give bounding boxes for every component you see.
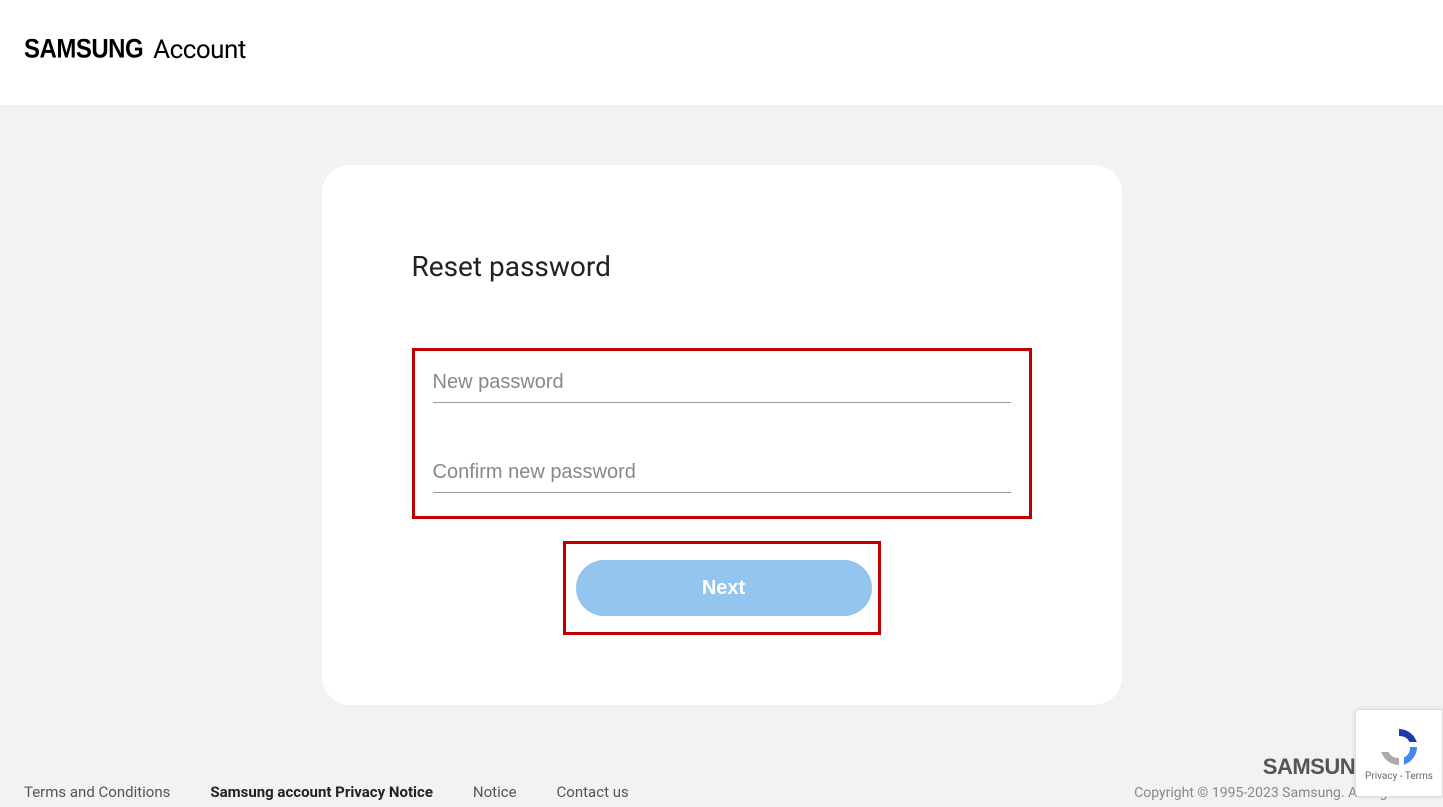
footer: Terms and Conditions Samsung account Pri…: [0, 743, 1443, 807]
recaptcha-terms-link[interactable]: Terms: [1405, 771, 1433, 782]
recaptcha-icon: [1377, 725, 1421, 769]
account-label: Account: [153, 35, 246, 65]
footer-link-notice[interactable]: Notice: [473, 783, 517, 801]
button-highlight-box: Next: [563, 541, 881, 635]
footer-link-terms[interactable]: Terms and Conditions: [24, 783, 170, 801]
header: SAMSUNG Account: [0, 0, 1443, 105]
recaptcha-privacy-link[interactable]: Privacy: [1365, 771, 1397, 782]
footer-links: Terms and Conditions Samsung account Pri…: [24, 783, 629, 801]
footer-link-privacy[interactable]: Samsung account Privacy Notice: [210, 783, 433, 801]
inputs-highlight-box: [412, 348, 1032, 519]
footer-link-contact[interactable]: Contact us: [557, 783, 629, 801]
recaptcha-links: Privacy - Terms: [1365, 771, 1433, 782]
confirm-password-field-wrapper: [433, 453, 1011, 493]
next-button[interactable]: Next: [576, 560, 872, 616]
samsung-wordmark: SAMSUNG: [24, 35, 143, 66]
header-logo[interactable]: SAMSUNG Account: [24, 35, 1419, 65]
reset-password-card: Reset password Next: [322, 165, 1122, 705]
new-password-input[interactable]: [433, 363, 1011, 403]
new-password-field-wrapper: [433, 363, 1011, 403]
recaptcha-badge[interactable]: Privacy - Terms: [1355, 709, 1443, 797]
card-title: Reset password: [412, 250, 1032, 283]
main-area: Reset password Next Terms and Conditions…: [0, 105, 1443, 807]
confirm-password-input[interactable]: [433, 453, 1011, 493]
